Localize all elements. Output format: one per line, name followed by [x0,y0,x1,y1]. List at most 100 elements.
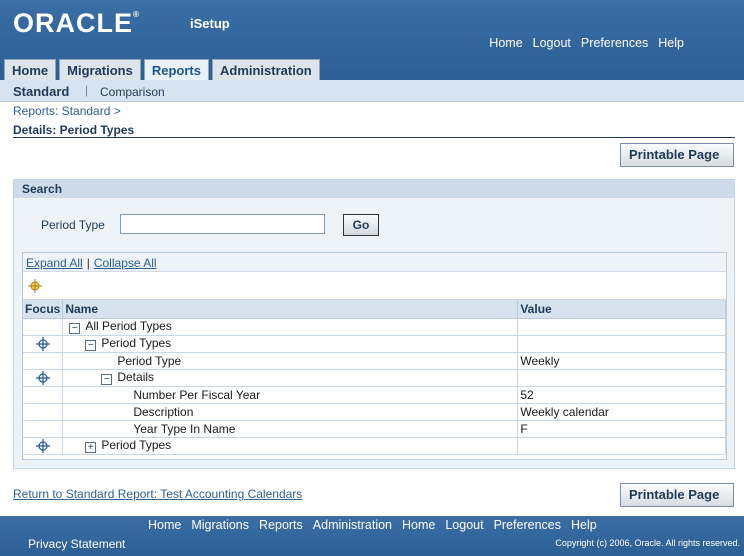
global-link-home[interactable]: Home [489,36,522,50]
footer-link-administration[interactable]: Administration [313,518,392,532]
footer-link-migrations[interactable]: Migrations [191,518,249,532]
name-wrap: Description [65,405,193,419]
column-header-focus: Focus [23,300,64,319]
subtab-separator: | [85,83,89,97]
name-wrap: + Period Types [65,438,172,453]
focus-cell [23,369,64,387]
title-divider [13,137,735,138]
footer-link-preferences[interactable]: Preferences [494,518,561,532]
name-cell: Year Type In Name [62,420,519,438]
printable-page-button-top[interactable]: Printable Page [620,143,734,167]
focus-crosshair-icon[interactable] [35,438,50,453]
tree-row: − Period Types [23,335,726,353]
node-label: Description [133,404,194,419]
tree-panel: Expand All | Collapse All Focus Name Value… [22,252,727,460]
collapse-node-icon[interactable]: − [69,323,81,334]
tree-body: − All Period Types − Period Types Period Typ… [23,318,726,455]
collapse-node-icon[interactable]: − [101,374,113,385]
global-link-help[interactable]: Help [658,36,684,50]
column-header-value: Value [517,300,726,319]
main-tabs: Home Migrations Reports Administration [4,59,320,80]
focus-crosshair-icon[interactable] [35,336,50,351]
privacy-statement-link[interactable]: Privacy Statement [28,537,125,551]
tree-row: Number Per Fiscal Year 52 [23,386,726,404]
node-label: Period Types [101,336,172,350]
logo-text: ORACLE [13,8,133,38]
tree-table: Focus Name Value − All Period Types − Perio… [23,300,726,455]
tree-row: Year Type In Name F [23,420,726,438]
name-cell: − Period Types [62,335,519,353]
subtab-bar: Standard | Comparison [0,80,744,102]
footer-link-help[interactable]: Help [571,518,597,532]
logo-mark: ® [133,10,140,19]
value-cell [517,437,726,455]
name-cell: Description [62,403,519,421]
value-cell: Weekly [517,352,726,370]
search-header: Search [14,180,734,198]
tab-migrations[interactable]: Migrations [59,59,141,80]
tree-header-row: Focus Name Value [23,300,726,319]
period-type-input[interactable] [120,214,325,234]
tree-row: Period Type Weekly [23,352,726,370]
focus-root-row [23,272,726,300]
copyright-text: Copyright (c) 2006, Oracle. All rights r… [555,538,740,548]
name-wrap: − Period Types [65,336,172,351]
tab-home[interactable]: Home [4,59,57,80]
name-wrap: Year Type In Name [65,422,235,436]
go-button[interactable]: Go [343,214,379,236]
return-to-report-link[interactable]: Return to Standard Report: Test Accounti… [13,487,302,501]
focus-cell [23,335,64,353]
focus-root-icon[interactable] [28,279,42,296]
value-cell: 52 [517,386,726,404]
footer: Home Migrations Reports Administration H… [0,516,744,556]
node-label: Period Types [101,438,172,452]
footer-link-reports[interactable]: Reports [259,518,303,532]
tree-row: + Period Types [23,437,726,455]
name-cell: + Period Types [62,437,519,455]
expand-all-link[interactable]: Expand All [26,256,83,270]
footer-link-logout[interactable]: Logout [445,518,483,532]
tree-row: − All Period Types [23,318,726,336]
period-type-label: Period Type [41,218,105,232]
name-wrap: − All Period Types [65,319,172,334]
node-label: Details [117,370,155,384]
focus-cell [23,403,64,421]
footer-link-home-2[interactable]: Home [402,518,435,532]
subtab-standard[interactable]: Standard [13,84,69,99]
oracle-logo: ORACLE® [13,8,140,39]
footer-link-home[interactable]: Home [148,518,181,532]
collapse-all-link[interactable]: Collapse All [94,256,157,270]
footer-links: Home Migrations Reports Administration H… [148,518,597,532]
tree-row: Description Weekly calendar [23,403,726,421]
focus-crosshair-icon[interactable] [35,370,50,385]
page-title: Details: Period Types [13,123,135,137]
node-label: Year Type In Name [133,421,236,436]
focus-cell [23,352,64,370]
printable-page-button-bottom[interactable]: Printable Page [620,483,734,507]
tab-reports[interactable]: Reports [143,59,209,80]
global-link-preferences[interactable]: Preferences [581,36,648,50]
expand-separator: | [86,256,90,270]
name-cell: − All Period Types [62,318,519,336]
expand-node-icon[interactable]: + [85,442,97,453]
value-cell [517,369,726,387]
tab-administration[interactable]: Administration [211,59,320,80]
name-cell: − Details [62,369,519,387]
name-wrap: Number Per Fiscal Year [65,388,260,402]
name-cell: Number Per Fiscal Year [62,386,519,404]
collapse-node-icon[interactable]: − [85,340,97,351]
app-name: iSetup [190,16,230,31]
value-cell [517,335,726,353]
expand-collapse-bar: Expand All | Collapse All [23,253,726,272]
tree-row: − Details [23,369,726,387]
focus-cell [23,437,64,455]
branding-header: ORACLE® iSetup Home Logout Preferences H… [0,0,744,80]
value-cell: F [517,420,726,438]
value-cell: Weekly calendar [517,403,726,421]
global-links: Home Logout Preferences Help [489,36,684,50]
name-cell: Period Type [62,352,519,370]
breadcrumb[interactable]: Reports: Standard > [13,104,121,118]
focus-cell [23,420,64,438]
global-link-logout[interactable]: Logout [533,36,571,50]
subtab-comparison[interactable]: Comparison [100,85,165,99]
